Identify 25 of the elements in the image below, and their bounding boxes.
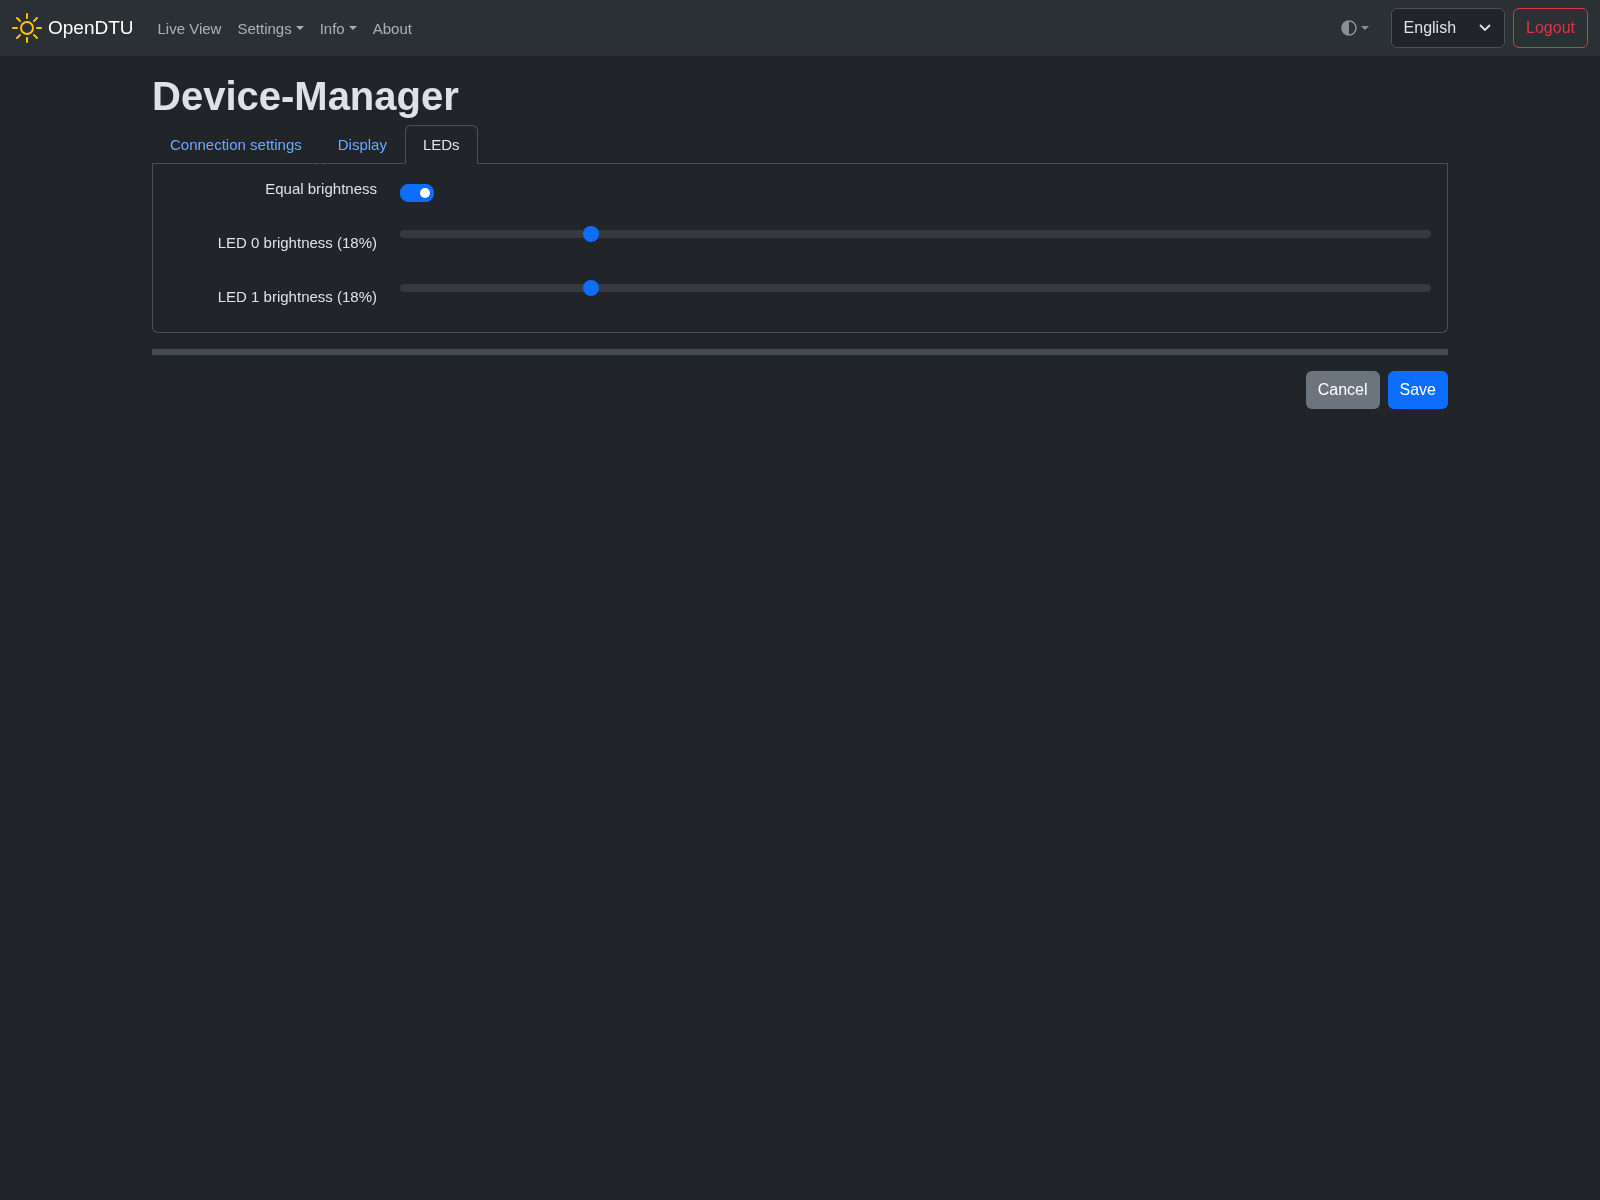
caret-icon — [348, 26, 357, 30]
cancel-button[interactable]: Cancel — [1305, 371, 1380, 409]
setting-label: Equal brightness — [264, 180, 378, 197]
tab[interactable]: Connection settings — [152, 125, 320, 164]
chevron-icon — [1478, 23, 1493, 33]
tab[interactable]: Display — [319, 125, 405, 164]
setting-label: LED 0 brightness (18%) — [216, 233, 378, 251]
save-button[interactable]: Save — [1387, 371, 1448, 409]
slider-thumb[interactable] — [582, 280, 599, 296]
sun-icon — [12, 13, 42, 43]
caret-icon — [295, 26, 304, 30]
slider-thumb[interactable] — [582, 226, 599, 242]
contrast-icon — [1340, 20, 1357, 36]
nav-dropdown[interactable]: Info — [311, 11, 365, 45]
page-title: Device-Manager — [152, 74, 460, 119]
nav-dropdown[interactable]: Settings — [229, 11, 312, 45]
caret-icon — [1360, 26, 1369, 30]
toggle-switch[interactable] — [400, 184, 434, 202]
brand-link[interactable]: OpenDTU — [12, 13, 134, 43]
setting-label: LED 1 brightness (18%) — [216, 287, 378, 305]
nav-link[interactable]: About — [364, 11, 420, 45]
language-select[interactable]: English — [1390, 8, 1506, 48]
tab[interactable]: LEDs — [404, 125, 478, 164]
nav-link[interactable]: Live View — [149, 11, 230, 45]
brand-name: OpenDTU — [48, 17, 134, 39]
